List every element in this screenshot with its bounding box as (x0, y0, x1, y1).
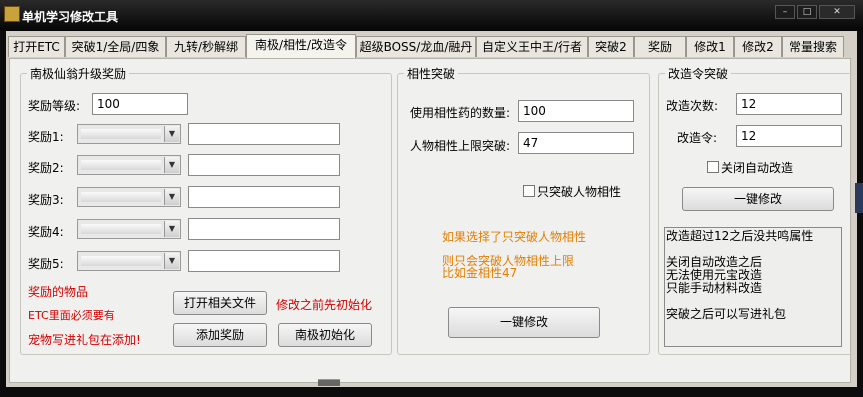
reward1-input[interactable] (188, 123, 340, 145)
note-pet-gift: 宠物写进礼包在添加! (28, 333, 141, 347)
auto-gaizao-label: 关闭自动改造 (721, 161, 794, 175)
gaizao-token-input[interactable]: 12 (736, 125, 842, 147)
app-window: 单机学习修改工具 – □ ✕ 打开ETC 突破1/全局/四象 九转/秒解绑 南极… (0, 0, 863, 397)
gaizao-times-label: 改造次数: (666, 99, 719, 113)
init-hint: 修改之前先初始化 (276, 298, 373, 312)
nanji-legend: 南极仙翁升级奖励 (30, 67, 127, 81)
tab-panel: 南极仙翁升级奖励 奖励等级: 100 奖励1: ▼ 奖励2: ▼ 奖励3: ▼ … (9, 58, 854, 383)
resize-grip[interactable] (318, 379, 340, 386)
open-file-button[interactable]: 打开相关文件 (173, 291, 267, 315)
tab-super-boss[interactable]: 超级BOSS/龙血/融丹 (356, 36, 476, 57)
auto-gaizao-checkbox[interactable] (707, 161, 719, 173)
only-character-checkbox[interactable] (523, 185, 535, 197)
reward2-input[interactable] (188, 154, 340, 176)
reward2-label: 奖励2: (28, 161, 64, 175)
memo-line: 突破之后可以写进礼包 (666, 307, 787, 321)
reward3-label: 奖励3: (28, 193, 64, 207)
client-area: 打开ETC 突破1/全局/四象 九转/秒解绑 南极/相性/改造令 超级BOSS/… (6, 31, 857, 387)
hint-line3: 比如金相性47 (442, 266, 518, 280)
reward5-label: 奖励5: (28, 257, 64, 271)
minimize-button[interactable]: – (775, 5, 795, 19)
reward1-label: 奖励1: (28, 130, 64, 144)
tab-modify2[interactable]: 修改2 (734, 36, 782, 57)
gaizao-token-label: 改造令: (677, 131, 718, 145)
tab-modify1[interactable]: 修改1 (686, 36, 734, 57)
tab-nanji[interactable]: 南极/相性/改造令 (246, 34, 356, 58)
reward5-combo[interactable]: ▼ (77, 251, 181, 271)
gaizao-legend: 改造令突破 (668, 67, 729, 81)
tab-reward[interactable]: 奖励 (634, 36, 686, 57)
hint-line1: 如果选择了只突破人物相性 (442, 230, 587, 244)
memo-line: 只能手动材料改造 (666, 281, 763, 295)
side-edge (855, 183, 863, 213)
reward5-input[interactable] (188, 250, 340, 272)
title-bar: 单机学习修改工具 – □ ✕ (0, 0, 863, 31)
tab-jiuzhuan[interactable]: 九转/秒解绑 (166, 36, 246, 57)
gaizao-memo[interactable]: 改造超过12之后没共鸣属性 关闭自动改造之后 无法使用元宝改造 只能手动材料改造… (664, 227, 842, 347)
reward4-combo[interactable]: ▼ (77, 219, 181, 239)
chevron-down-icon[interactable]: ▼ (164, 126, 179, 142)
reward3-input[interactable] (188, 186, 340, 208)
reward-level-label: 奖励等级: (28, 99, 81, 113)
close-button[interactable]: ✕ (819, 5, 855, 19)
limit-breakthrough-input[interactable]: 47 (518, 132, 634, 154)
nanji-init-button[interactable]: 南极初始化 (278, 323, 372, 347)
reward-level-input[interactable]: 100 (92, 93, 188, 115)
tab-custom-king[interactable]: 自定义王中王/行者 (476, 36, 588, 57)
tab-open-etc[interactable]: 打开ETC (8, 36, 65, 57)
chevron-down-icon[interactable]: ▼ (164, 253, 179, 269)
chevron-down-icon[interactable]: ▼ (164, 221, 179, 237)
reward3-combo[interactable]: ▼ (77, 187, 181, 207)
maximize-button[interactable]: □ (797, 5, 817, 19)
reward4-input[interactable] (188, 218, 340, 240)
reward2-combo[interactable]: ▼ (77, 155, 181, 175)
chevron-down-icon[interactable]: ▼ (164, 157, 179, 173)
xiangxing-legend: 相性突破 (407, 67, 456, 81)
gaizao-apply-button[interactable]: 一键修改 (682, 187, 834, 211)
chevron-down-icon[interactable]: ▼ (164, 189, 179, 205)
only-character-label: 只突破人物相性 (537, 185, 622, 199)
window-title: 单机学习修改工具 (22, 10, 119, 24)
reward1-combo[interactable]: ▼ (77, 124, 181, 144)
tab-breakthrough1[interactable]: 突破1/全局/四象 (65, 36, 166, 57)
note-etc-required: ETC里面必须要有 (28, 309, 115, 322)
gaizao-times-input[interactable]: 12 (736, 93, 842, 115)
note-reward-items: 奖励的物品 (28, 285, 89, 299)
tab-breakthrough2[interactable]: 突破2 (588, 36, 634, 57)
add-reward-button[interactable]: 添加奖励 (173, 323, 267, 347)
reward4-label: 奖励4: (28, 225, 64, 239)
xiangxing-apply-button[interactable]: 一键修改 (448, 307, 600, 338)
memo-line: 改造超过12之后没共鸣属性 (666, 229, 814, 243)
potion-count-label: 使用相性药的数量: (410, 106, 511, 120)
potion-count-input[interactable]: 100 (518, 100, 634, 122)
limit-breakthrough-label: 人物相性上限突破: (410, 139, 511, 153)
app-icon (4, 6, 20, 22)
tab-constant-search[interactable]: 常量搜索 (782, 36, 844, 57)
